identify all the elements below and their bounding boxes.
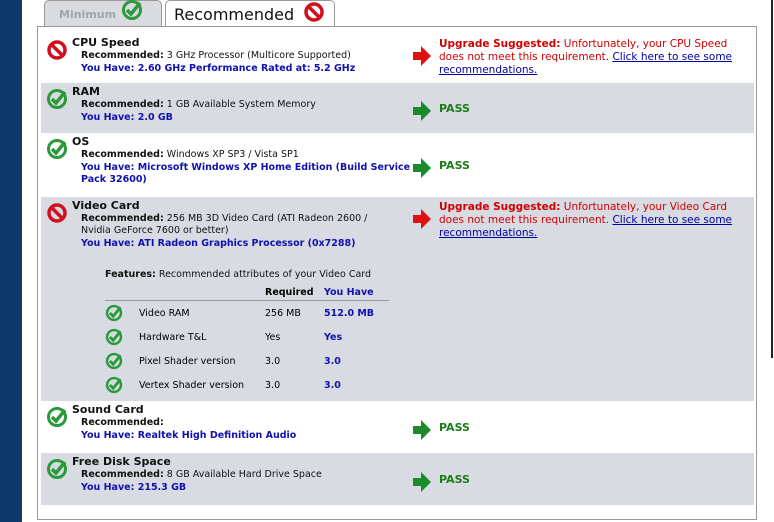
check-icon — [47, 459, 67, 479]
recommended-text-cont: Nvidia GeForce 7600 or better) — [81, 225, 229, 236]
requirement-title: Sound Card — [72, 403, 144, 416]
feature-name: Video RAM — [139, 307, 190, 319]
status-icon — [46, 406, 68, 428]
tab-minimum[interactable]: Minimum — [44, 0, 162, 28]
arrow-right-icon — [413, 158, 431, 178]
arrow-right-icon — [413, 209, 431, 229]
check-icon — [105, 352, 123, 370]
status-icon — [46, 88, 68, 110]
check-icon — [47, 407, 67, 427]
check-icon — [122, 0, 142, 20]
feature-row: Pixel Shader version 3.0 3.0 — [105, 349, 389, 373]
you-have-text-cont: Pack 32600) — [81, 174, 147, 185]
requirement-title: Video Card — [72, 199, 140, 212]
you-have-text: You Have: 2.0 GB — [81, 112, 173, 123]
pass-label: PASS — [439, 473, 470, 486]
feature-have: 512.0 MB — [324, 307, 375, 319]
features-label: Features: Recommended attributes of your… — [105, 269, 372, 280]
requirement-row: Sound Card Recommended: You Have: Realtek… — [41, 401, 754, 453]
you-have-text: You Have: 215.3 GB — [81, 482, 187, 493]
feature-name: Pixel Shader version — [139, 355, 236, 367]
status-icon — [46, 202, 68, 224]
feature-required: 256 MB — [265, 307, 301, 319]
feature-required: Yes — [265, 331, 281, 343]
feature-have: 3.0 — [324, 355, 341, 367]
you-have-text: You Have: Microsoft Windows XP Home Edit… — [81, 162, 411, 173]
requirement-title: CPU Speed — [72, 36, 140, 49]
check-icon — [47, 139, 67, 159]
tab-label: Minimum — [59, 8, 117, 21]
pass-label: PASS — [439, 159, 470, 172]
requirements-panel: CPU Speed Recommended: 3 GHz Processor (M… — [37, 26, 757, 520]
status-icon — [46, 138, 68, 160]
you-have-text: You Have: 2.60 GHz Performance Rated at:… — [81, 63, 356, 74]
check-icon — [105, 376, 123, 394]
pass-label: PASS — [439, 102, 470, 115]
status-icon — [46, 39, 68, 61]
requirement-title: RAM — [72, 85, 100, 98]
recommended-text: Recommended: 256 MB 3D Video Card (ATI R… — [81, 213, 368, 224]
feature-required: 3.0 — [265, 355, 281, 367]
upgrade-message: Upgrade Suggested: Unfortunately, your C… — [439, 38, 733, 76]
status-icon — [46, 458, 68, 480]
recommended-text: Recommended: 8 GB Available Hard Drive S… — [81, 469, 322, 480]
recommended-text: Recommended: Windows XP SP3 / Vista SP1 — [81, 149, 299, 160]
tab-label: Recommended — [174, 5, 295, 24]
requirement-title: OS — [72, 135, 90, 148]
feature-name: Vertex Shader version — [139, 379, 245, 391]
recommended-text: Recommended: 1 GB Available System Memor… — [81, 99, 316, 110]
features-table: Required You Have Video RAM 256 MB 512.0 MB H… — [105, 286, 389, 397]
no-entry-icon — [47, 203, 67, 223]
arrow-right-icon — [413, 472, 431, 492]
you-have-text: You Have: Realtek High Definition Audio — [81, 430, 297, 441]
arrow-right-icon — [413, 46, 431, 66]
check-icon — [105, 304, 123, 322]
requirement-row: CPU Speed Recommended: 3 GHz Processor (M… — [41, 34, 754, 83]
divider — [771, 0, 773, 358]
recommended-text: Recommended: — [81, 417, 164, 428]
check-icon — [105, 328, 123, 346]
recommended-text: Recommended: 3 GHz Processor (Multicore … — [81, 50, 351, 61]
feature-row: Vertex Shader version 3.0 3.0 — [105, 373, 389, 397]
no-entry-icon — [304, 2, 324, 22]
you-have-text: You Have: ATI Radeon Graphics Processor … — [81, 238, 356, 249]
feature-required: 3.0 — [265, 379, 281, 391]
requirement-row: Free Disk Space Recommended: 8 GB Availab… — [41, 453, 754, 505]
pass-label: PASS — [439, 421, 470, 434]
feature-have: 3.0 — [324, 379, 341, 391]
arrow-right-icon — [413, 101, 431, 121]
requirement-title: Free Disk Space — [72, 455, 171, 468]
feature-row: Video RAM 256 MB 512.0 MB — [105, 301, 389, 326]
requirement-row: OS Recommended: Windows XP SP3 / Vista SP… — [41, 133, 754, 197]
feature-row: Hardware T&L Yes Yes — [105, 325, 389, 349]
feature-have: Yes — [324, 331, 343, 343]
requirement-row: RAM Recommended: 1 GB Available System Me… — [41, 83, 754, 133]
upgrade-message: Upgrade Suggested: Unfortunately, your V… — [439, 201, 733, 239]
col-you-have: You Have — [324, 286, 389, 301]
feature-name: Hardware T&L — [139, 331, 207, 343]
left-sidebar-bar — [0, 0, 22, 522]
no-entry-icon — [47, 40, 67, 60]
col-required: Required — [265, 286, 324, 301]
requirement-row: Video Card Recommended: 256 MB 3D Video C… — [41, 197, 754, 401]
tab-recommended[interactable]: Recommended — [165, 0, 335, 27]
arrow-right-icon — [413, 420, 431, 440]
check-icon — [47, 89, 67, 109]
